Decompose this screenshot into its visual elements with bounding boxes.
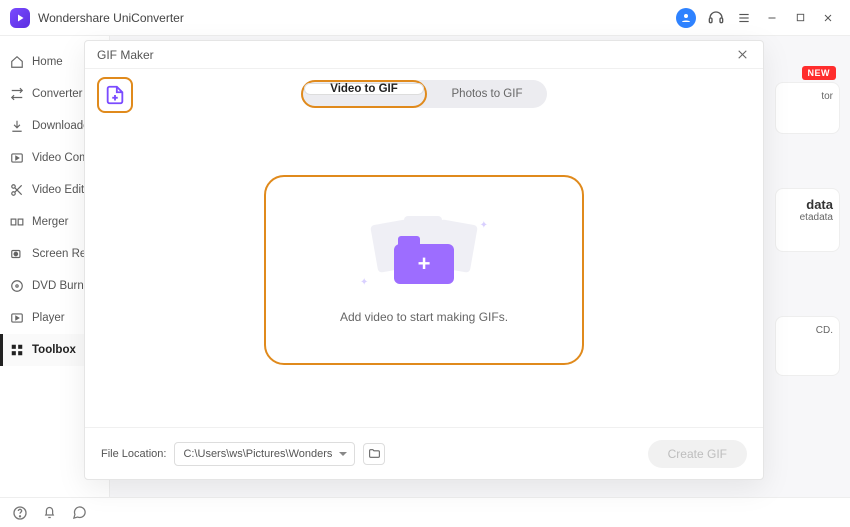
mode-switch: Video to GIF Photos to GIF (301, 80, 547, 108)
menu-icon[interactable] (732, 6, 756, 30)
tab-video-to-gif[interactable]: Video to GIF (304, 83, 424, 95)
gif-maker-modal: GIF Maker Video to GIF Photos to GIF ✦✦ (84, 40, 764, 480)
help-icon[interactable] (12, 505, 28, 521)
folder-icon: + (394, 244, 454, 284)
home-icon (10, 55, 24, 69)
dropzone-text: Add video to start making GIFs. (340, 310, 508, 324)
sidebar-item-label: Converter (32, 88, 83, 100)
peek-card-2: data etadata (775, 188, 840, 252)
play-icon (10, 311, 24, 325)
compress-icon (10, 151, 24, 165)
scissors-icon (10, 183, 24, 197)
maximize-button[interactable] (788, 6, 812, 30)
sidebar-item-label: Player (32, 312, 65, 324)
file-location-label: File Location: (101, 448, 166, 460)
sidebar-item-label: Toolbox (32, 344, 76, 356)
create-gif-button[interactable]: Create GIF (648, 440, 747, 468)
dropzone[interactable]: ✦✦ + Add video to start making GIFs. (264, 175, 584, 365)
close-icon[interactable] (733, 46, 751, 64)
sidebar-item-label: Merger (32, 216, 68, 228)
folder-illustration: ✦✦ + (364, 216, 484, 296)
modal-title: GIF Maker (97, 48, 154, 62)
merge-icon (10, 215, 24, 229)
bell-icon[interactable] (42, 505, 58, 521)
converter-icon (10, 87, 24, 101)
app-logo (10, 8, 30, 28)
user-avatar[interactable] (676, 8, 696, 28)
download-icon (10, 119, 24, 133)
support-icon[interactable] (704, 6, 728, 30)
peek-card-1: tor (775, 82, 840, 134)
add-file-button[interactable] (97, 77, 133, 113)
minimize-button[interactable] (760, 6, 784, 30)
modal-header: GIF Maker (85, 41, 763, 69)
app-title: Wondershare UniConverter (38, 11, 184, 25)
close-window-button[interactable] (816, 6, 840, 30)
file-location-select[interactable]: C:\Users\ws\Pictures\Wonders (174, 442, 355, 466)
titlebar: Wondershare UniConverter (0, 0, 850, 36)
sidebar-item-label: Home (32, 56, 63, 68)
record-icon (10, 247, 24, 261)
browse-folder-button[interactable] (363, 443, 385, 465)
grid-icon (10, 343, 24, 357)
peek-card-3: CD. (775, 316, 840, 376)
modal-footer: File Location: C:\Users\ws\Pictures\Wond… (85, 427, 763, 479)
status-bar (0, 497, 850, 527)
feedback-icon[interactable] (72, 505, 88, 521)
tab-photos-to-gif[interactable]: Photos to GIF (427, 80, 547, 108)
disc-icon (10, 279, 24, 293)
new-badge: NEW (802, 66, 837, 80)
